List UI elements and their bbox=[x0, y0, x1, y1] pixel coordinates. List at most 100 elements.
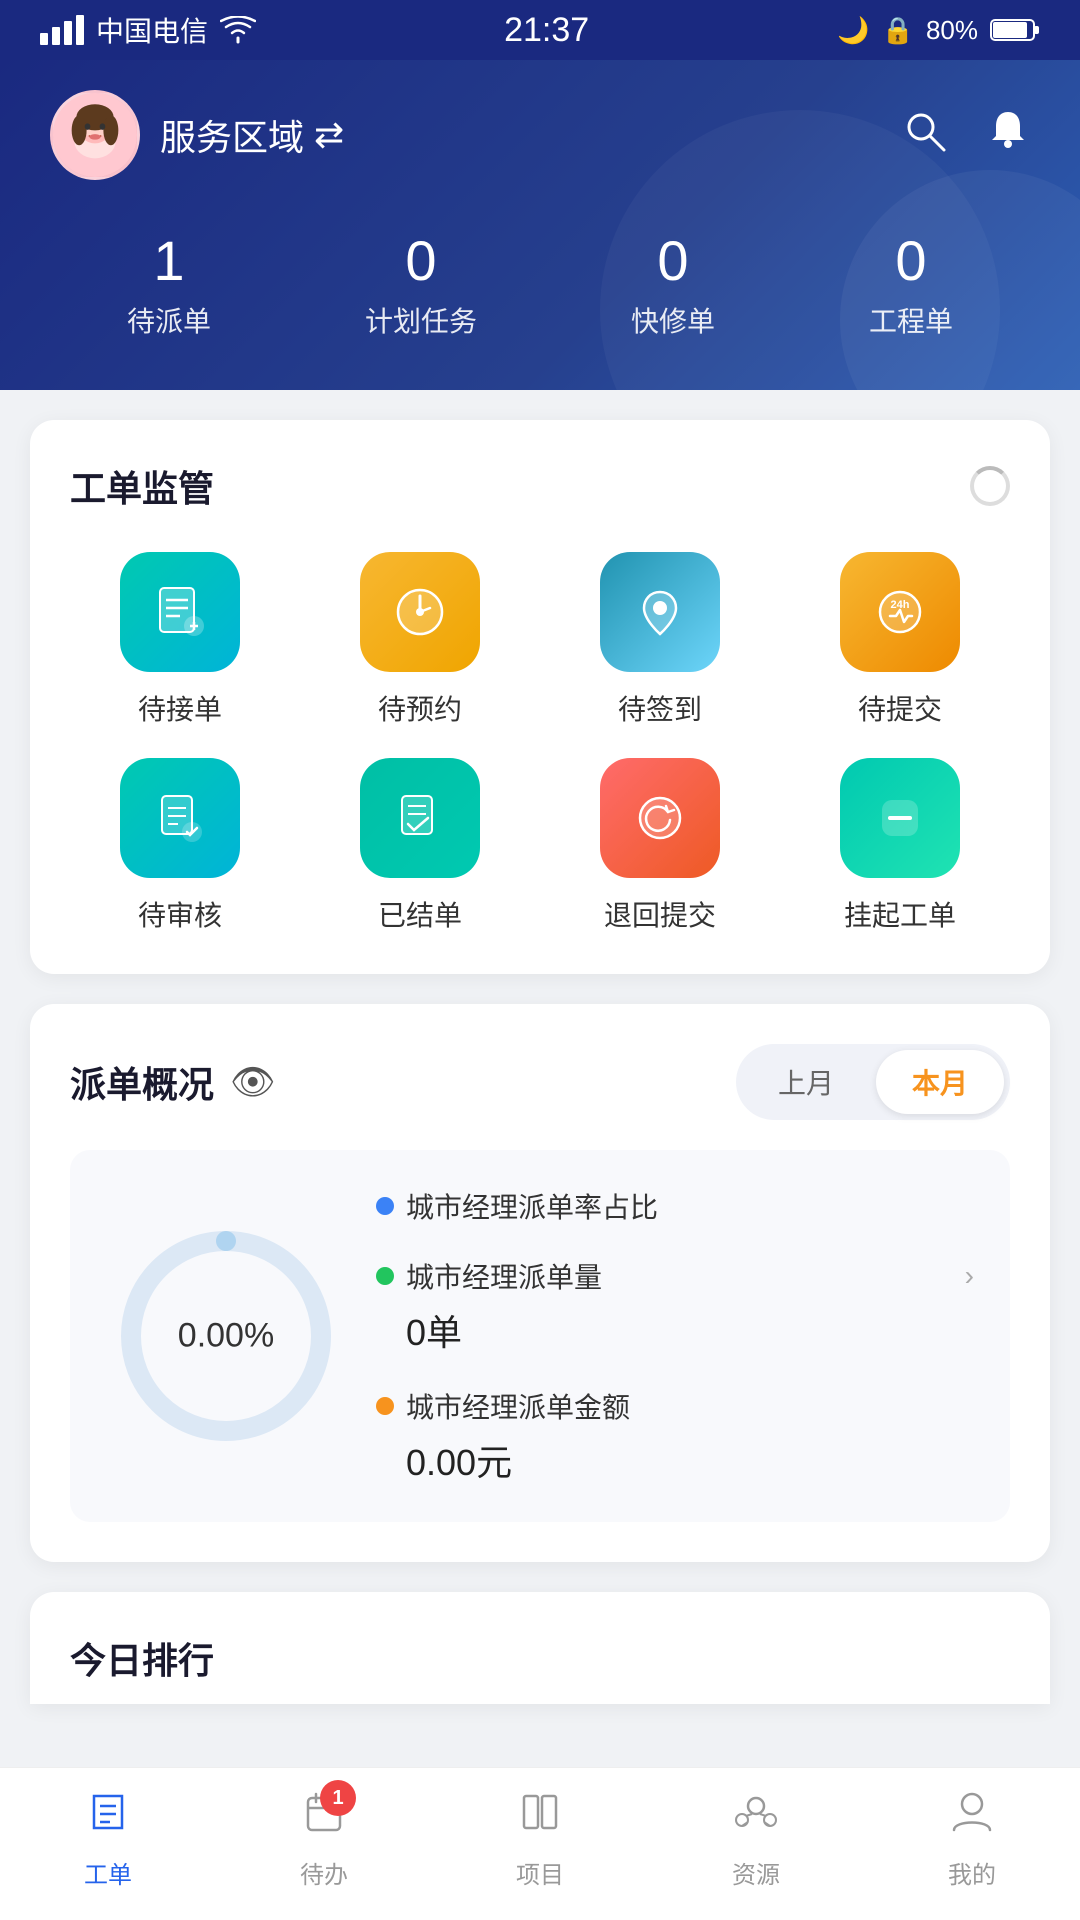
stat-label: 待派单 bbox=[127, 300, 211, 340]
nav-label-project: 项目 bbox=[516, 1855, 564, 1890]
dispatch-stat-count: 城市经理派单量 › 0单 bbox=[376, 1256, 974, 1356]
stat-quick_repair[interactable]: 0 快修单 bbox=[631, 230, 715, 340]
nav-item-resource[interactable]: 资源 bbox=[732, 1788, 780, 1890]
dot-count bbox=[376, 1267, 394, 1285]
loading-spinner bbox=[970, 466, 1010, 506]
nav-item-project[interactable]: 项目 bbox=[516, 1788, 564, 1890]
nav-label-pending: 待办 bbox=[300, 1855, 348, 1890]
wifi-icon bbox=[220, 16, 256, 44]
nav-icon-resource bbox=[732, 1788, 780, 1847]
nav-icon-workorder bbox=[84, 1788, 132, 1847]
work-order-icon-suspended bbox=[840, 758, 960, 878]
this-month-btn[interactable]: 本月 bbox=[876, 1050, 1004, 1114]
main-content: 工单监管 待接单 待预约 待签到 24h 待提交 待审核 已结单 bbox=[0, 390, 1080, 1904]
dispatch-stat-label-count: 城市经理派单量 bbox=[406, 1256, 602, 1296]
work-order-label-pending_checkin: 待签到 bbox=[618, 688, 702, 728]
work-order-card: 工单监管 待接单 待预约 待签到 24h 待提交 待审核 已结单 bbox=[30, 420, 1050, 974]
work-order-icon-pending_review bbox=[120, 758, 240, 878]
work-order-title: 工单监管 bbox=[70, 460, 214, 512]
work-order-item-pending_submit[interactable]: 24h 待提交 bbox=[790, 552, 1010, 728]
dispatch-stat-rate: 城市经理派单率占比 bbox=[376, 1186, 974, 1226]
work-order-label-completed: 已结单 bbox=[378, 894, 462, 934]
work-order-label-suspended: 挂起工单 bbox=[844, 894, 956, 934]
status-time: 21:37 bbox=[504, 11, 589, 50]
nav-icon-mine bbox=[948, 1788, 996, 1847]
arrow-count[interactable]: › bbox=[965, 1260, 974, 1292]
avatar-image bbox=[53, 90, 137, 180]
stat-pending_dispatch[interactable]: 1 待派单 bbox=[127, 230, 211, 340]
work-order-item-pending_review[interactable]: 待审核 bbox=[70, 758, 290, 934]
nav-item-mine[interactable]: 我的 bbox=[948, 1788, 996, 1890]
header: 服务区域 ⇄ 1 待派单 0 计划任务 0 bbox=[0, 60, 1080, 390]
last-month-btn[interactable]: 上月 bbox=[742, 1050, 870, 1114]
battery-icon bbox=[990, 17, 1040, 43]
stat-engineering[interactable]: 0 工程单 bbox=[869, 230, 953, 340]
status-left: 中国电信 bbox=[40, 10, 256, 50]
work-order-label-pending_accept: 待接单 bbox=[138, 688, 222, 728]
header-top: 服务区域 ⇄ bbox=[50, 90, 1030, 180]
stat-number: 0 bbox=[365, 230, 477, 292]
nav-badge-pending: 1 bbox=[320, 1780, 356, 1816]
bottom-peek-title: 今日排行 bbox=[70, 1640, 214, 1681]
nav-label-mine: 我的 bbox=[948, 1855, 996, 1890]
lock-icon: 🔒 bbox=[882, 15, 914, 46]
work-order-label-pending_appt: 待预约 bbox=[378, 688, 462, 728]
stat-label: 快修单 bbox=[631, 300, 715, 340]
carrier-label: 中国电信 bbox=[96, 10, 208, 50]
stat-number: 0 bbox=[869, 230, 953, 292]
donut-chart: 0.00% bbox=[106, 1216, 346, 1456]
nav-icon-project bbox=[516, 1788, 564, 1847]
dot-amount bbox=[376, 1397, 394, 1415]
battery-percent: 80% bbox=[926, 15, 978, 46]
eye-icon[interactable]: 👁 bbox=[230, 1061, 276, 1103]
dispatch-title-row: 派单概况 👁 bbox=[70, 1056, 276, 1108]
dispatch-card: 派单概况 👁 上月 本月 0.00% 城市经理派单率占比 bbox=[30, 1004, 1050, 1562]
service-area-text: 服务区域 bbox=[160, 109, 304, 161]
work-order-icon-pending_submit: 24h bbox=[840, 552, 960, 672]
work-order-item-suspended[interactable]: 挂起工单 bbox=[790, 758, 1010, 934]
service-area-label[interactable]: 服务区域 ⇄ bbox=[160, 109, 344, 161]
dispatch-title: 派单概况 bbox=[70, 1056, 214, 1108]
dispatch-stat-value-amount: 0.00元 bbox=[376, 1434, 974, 1486]
dispatch-stat-label-amount: 城市经理派单金额 bbox=[406, 1386, 630, 1426]
stat-label: 计划任务 bbox=[365, 300, 477, 340]
dispatch-right: 城市经理派单率占比 城市经理派单量 › 0单 城市经理派单金额 0.00元 bbox=[376, 1186, 974, 1486]
work-order-item-returned[interactable]: 退回提交 bbox=[550, 758, 770, 934]
stat-planned_tasks[interactable]: 0 计划任务 bbox=[365, 230, 477, 340]
nav-label-resource: 资源 bbox=[732, 1855, 780, 1890]
status-right: 🌙 🔒 80% bbox=[837, 15, 1040, 46]
dispatch-stats-card: 0.00% 城市经理派单率占比 城市经理派单量 › 0单 城市经理派单金额 bbox=[70, 1150, 1010, 1522]
search-icon[interactable] bbox=[902, 108, 946, 162]
stat-label: 工程单 bbox=[869, 300, 953, 340]
work-order-icon-pending_accept bbox=[120, 552, 240, 672]
dot-rate bbox=[376, 1197, 394, 1215]
work-order-label-pending_submit: 待提交 bbox=[858, 688, 942, 728]
dispatch-header: 派单概况 👁 上月 本月 bbox=[70, 1044, 1010, 1120]
work-order-label-returned: 退回提交 bbox=[604, 894, 716, 934]
user-info[interactable]: 服务区域 ⇄ bbox=[50, 90, 344, 180]
header-actions bbox=[902, 108, 1030, 162]
stat-number: 0 bbox=[631, 230, 715, 292]
work-order-icon-pending_checkin bbox=[600, 552, 720, 672]
nav-item-pending[interactable]: 1 待办 bbox=[300, 1788, 348, 1890]
work-order-item-pending_accept[interactable]: 待接单 bbox=[70, 552, 290, 728]
status-bar: 中国电信 21:37 🌙 🔒 80% bbox=[0, 0, 1080, 60]
dispatch-stat-amount: 城市经理派单金额 0.00元 bbox=[376, 1386, 974, 1486]
signal-icon bbox=[40, 15, 84, 45]
work-order-item-pending_checkin[interactable]: 待签到 bbox=[550, 552, 770, 728]
stat-number: 1 bbox=[127, 230, 211, 292]
work-order-item-completed[interactable]: 已结单 bbox=[310, 758, 530, 934]
nav-label-workorder: 工单 bbox=[84, 1855, 132, 1890]
avatar[interactable] bbox=[50, 90, 140, 180]
stats-row: 1 待派单 0 计划任务 0 快修单 0 工程单 bbox=[50, 230, 1030, 340]
work-order-item-pending_appt[interactable]: 待预约 bbox=[310, 552, 530, 728]
work-order-icon-completed bbox=[360, 758, 480, 878]
work-order-grid: 待接单 待预约 待签到 24h 待提交 待审核 已结单 退回提交 bbox=[70, 552, 1010, 934]
nav-item-workorder[interactable]: 工单 bbox=[84, 1788, 132, 1890]
switch-icon[interactable]: ⇄ bbox=[314, 114, 344, 156]
dispatch-stat-label-rate: 城市经理派单率占比 bbox=[406, 1186, 658, 1226]
work-order-label-pending_review: 待审核 bbox=[138, 894, 222, 934]
work-order-icon-returned bbox=[600, 758, 720, 878]
work-order-icon-pending_appt bbox=[360, 552, 480, 672]
notification-icon[interactable] bbox=[986, 108, 1030, 162]
